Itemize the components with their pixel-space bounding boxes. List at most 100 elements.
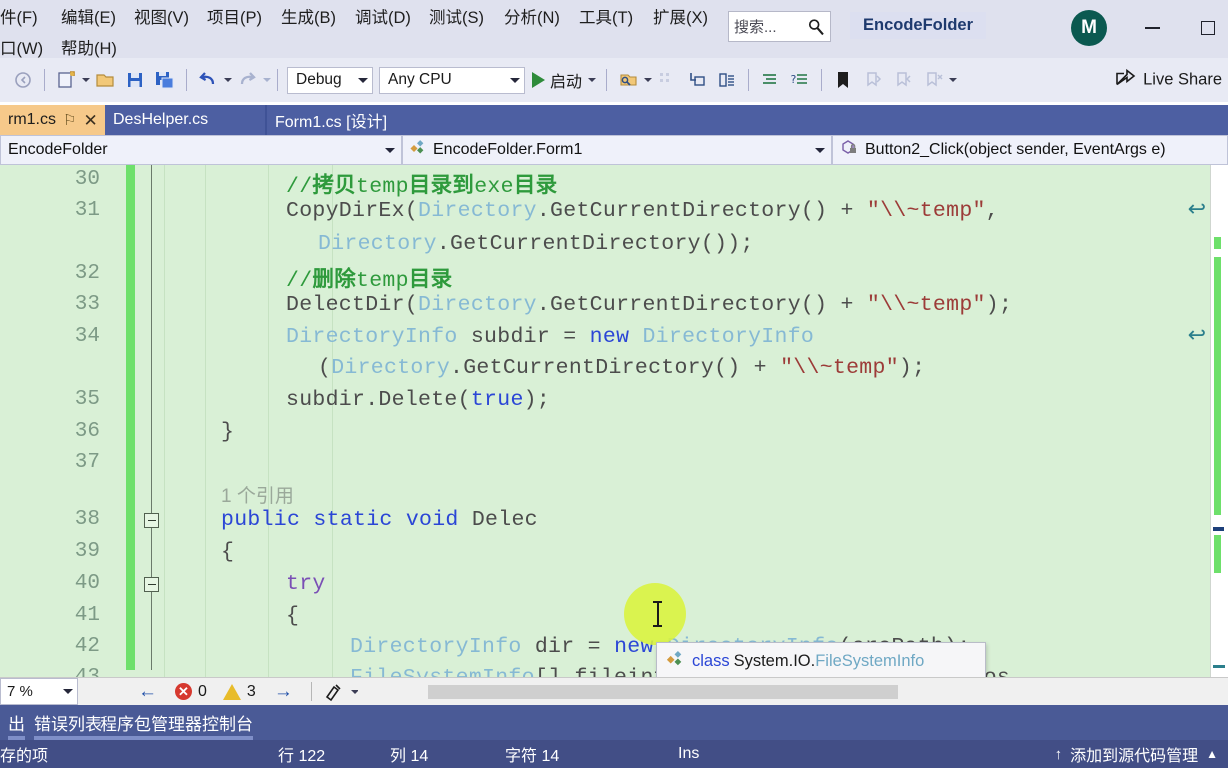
document-tab-strip: rm1.cs ⚐ ✕ DesHelper.cs Form1.cs [设计] <box>0 105 1228 135</box>
code-token: "\\~temp" <box>780 356 899 380</box>
tab-label: DesHelper.cs <box>113 111 209 128</box>
code-line[interactable]: CopyDirEx(Directory.GetCurrentDirectory(… <box>286 199 999 223</box>
code-token: FileSystemInfo <box>350 666 535 677</box>
previous-issue-button[interactable]: ← <box>138 681 157 703</box>
configuration-value: Debug <box>296 71 342 88</box>
close-icon[interactable]: ✕ <box>83 112 97 129</box>
collapse-icon[interactable] <box>144 577 159 592</box>
code-token: .GetCurrentDirectory()); <box>436 232 754 256</box>
redo-icon[interactable] <box>234 67 260 93</box>
menu-item-8[interactable]: 工具(T) <box>579 4 633 28</box>
menu-item-4[interactable]: 生成(B) <box>281 4 336 28</box>
project-dropdown[interactable]: EncodeFolder <box>0 135 402 165</box>
window-maximize-button[interactable] <box>1190 10 1226 46</box>
code-line[interactable]: { <box>286 604 299 628</box>
code-editor[interactable]: 3031323334353637383940414243 //拷贝temp目录到… <box>0 165 1228 677</box>
panel-tab-2[interactable]: 程序包管理器控制台 <box>92 705 261 740</box>
menu-item-7[interactable]: 分析(N) <box>504 4 560 28</box>
new-project-icon[interactable] <box>53 67 79 93</box>
code-token: ); <box>523 388 551 412</box>
start-debug-caret[interactable] <box>588 78 597 82</box>
status-bar: 存的项 行 122 列 14 字符 14 Ins ↑ 添加到源代码管理 ▲ <box>0 740 1228 768</box>
menu-item-1[interactable]: 编辑(E) <box>61 4 116 28</box>
codelens-reference-count[interactable]: 1 个引用 <box>221 481 294 508</box>
start-debug-button[interactable]: 启动 <box>532 68 597 92</box>
warning-count-indicator[interactable]: 3 <box>222 683 256 701</box>
live-share-button[interactable]: Live Share <box>1114 67 1222 94</box>
open-file-icon[interactable] <box>92 67 118 93</box>
line-number: 38 <box>74 508 100 531</box>
undo-dropdown-caret[interactable] <box>224 78 232 82</box>
attach-process-icon[interactable] <box>615 67 641 93</box>
comment-lines-icon[interactable] <box>757 67 783 93</box>
outlining-margin[interactable] <box>140 165 164 677</box>
code-line[interactable]: try <box>286 572 326 596</box>
menu-item-5[interactable]: 调试(D) <box>355 4 411 28</box>
tab-form1-cs-design[interactable]: Form1.cs [设计] <box>267 105 437 135</box>
save-all-icon[interactable] <box>152 67 178 93</box>
menu-item-1[interactable]: 帮助(H) <box>61 35 117 59</box>
menu-item-6[interactable]: 测试(S) <box>429 4 484 28</box>
bookmark-icon[interactable] <box>830 67 856 93</box>
zoom-level-dropdown[interactable]: 7 % <box>0 678 78 705</box>
collapse-icon[interactable] <box>144 513 159 528</box>
code-line[interactable]: subdir.Delete(true); <box>286 388 550 412</box>
class-icon <box>666 650 685 673</box>
code-line[interactable]: (Directory.GetCurrentDirectory() + "\\~t… <box>318 356 925 380</box>
code-cleanup-icon[interactable] <box>322 679 348 705</box>
menu-item-0[interactable]: 口(W) <box>0 35 43 59</box>
code-line[interactable]: DirectoryInfo subdir = new DirectoryInfo <box>286 325 814 349</box>
configuration-dropdown[interactable]: Debug <box>287 66 373 94</box>
code-token: dir = <box>521 635 615 659</box>
vertical-scroll-margin[interactable] <box>1210 165 1228 677</box>
code-line[interactable]: Directory.GetCurrentDirectory()); <box>318 232 754 256</box>
tab-deshelper-cs[interactable]: DesHelper.cs <box>105 105 265 135</box>
menu-item-2[interactable]: 视图(V) <box>134 4 189 28</box>
horizontal-scrollbar[interactable] <box>358 678 1228 706</box>
next-issue-button[interactable]: → <box>274 681 293 703</box>
line-number: 40 <box>74 572 100 595</box>
menu-item-0[interactable]: 件(F) <box>0 4 38 28</box>
scroll-change-marker <box>1214 535 1221 573</box>
line-number: 39 <box>74 540 100 563</box>
upload-icon: ↑ <box>1054 745 1063 763</box>
chevron-down-icon <box>385 147 395 153</box>
code-token: 删除 <box>312 267 357 291</box>
redo-dropdown-caret <box>263 78 271 82</box>
member-dropdown[interactable]: Button2_Click(object sender, EventArgs e… <box>832 135 1228 165</box>
window-minimize-button[interactable] <box>1134 10 1170 46</box>
code-line[interactable]: public static void Delec <box>221 508 538 532</box>
save-icon[interactable] <box>122 67 148 93</box>
undo-icon[interactable] <box>195 67 221 93</box>
line-number: 36 <box>74 420 100 443</box>
menu-item-9[interactable]: 扩展(X) <box>653 4 708 28</box>
uncomment-lines-icon[interactable]: ? <box>787 67 813 93</box>
menu-item-3[interactable]: 项目(P) <box>207 4 262 28</box>
tab-form1-cs[interactable]: rm1.cs ⚐ ✕ <box>0 105 105 135</box>
source-control-button[interactable]: ↑ 添加到源代码管理 ▲ <box>1055 742 1218 766</box>
platform-dropdown[interactable]: Any CPU <box>379 66 525 94</box>
code-line[interactable]: //拷贝temp目录到exe目录 <box>286 168 557 199</box>
clear-bookmarks-icon <box>920 67 946 93</box>
toolbar-separator <box>606 69 608 91</box>
horizontal-scrollbar-thumb[interactable] <box>428 685 898 699</box>
code-token: Directory <box>418 199 537 223</box>
attach-process-caret[interactable] <box>644 78 653 82</box>
navigate-backward-icon[interactable] <box>10 67 36 93</box>
code-line[interactable]: //删除temp目录 <box>286 262 452 293</box>
step-into-icon[interactable] <box>684 67 710 93</box>
code-line[interactable]: DelectDir(Directory.GetCurrentDirectory(… <box>286 293 1012 317</box>
new-project-dropdown-caret[interactable] <box>82 78 90 82</box>
toolbar-separator <box>821 69 823 91</box>
code-line[interactable]: { <box>221 540 234 564</box>
avatar[interactable]: M <box>1071 10 1107 46</box>
type-dropdown[interactable]: EncodeFolder.Form1 <box>402 135 832 165</box>
error-count-indicator[interactable]: ✕ 0 <box>175 683 207 701</box>
toolbar-overflow-caret[interactable] <box>949 78 958 82</box>
pin-icon[interactable]: ⚐ <box>63 111 76 129</box>
search-input[interactable]: 搜索... <box>728 11 831 42</box>
status-line: 行 122 <box>278 748 326 765</box>
step-over-icon[interactable] <box>714 67 740 93</box>
code-line[interactable]: } <box>221 420 234 444</box>
layout-grid-icon <box>654 67 680 93</box>
